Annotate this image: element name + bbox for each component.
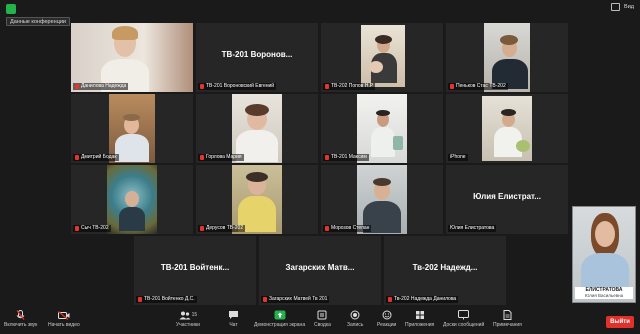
participant-name-label: Сыч ТВ-202: [73, 225, 111, 232]
video-feed: [446, 94, 568, 163]
participant-name-label: Горлова Мария: [198, 154, 244, 161]
video-tile[interactable]: Загарских Матв... Загарских Матвей Тв 20…: [259, 236, 381, 305]
mic-muted-icon: [200, 226, 204, 231]
mic-muted-icon: [75, 226, 79, 231]
view-switcher[interactable]: Вид: [611, 3, 634, 11]
participant-display-name: ТВ-201 Войтенк...: [160, 263, 230, 272]
reactions-icon: [382, 309, 392, 321]
mic-muted-icon: [263, 297, 267, 302]
participant-display-name: Тв-202 Надежд...: [412, 263, 478, 272]
self-view-subname: Юлия Васильевна: [584, 293, 624, 298]
mic-muted-icon: [325, 226, 329, 231]
video-feed: [321, 165, 443, 234]
chat-button[interactable]: Чат: [228, 309, 239, 328]
participant-display-name: Загарских Матв...: [285, 263, 355, 272]
video-tile[interactable]: Сыч ТВ-202: [71, 165, 193, 234]
grid-view-icon: [611, 3, 621, 11]
meeting-toolbar: Включить звук Начать видео 15 Участники …: [0, 307, 640, 334]
share-screen-icon: [274, 309, 286, 321]
leave-meeting-button[interactable]: Выйти: [606, 316, 634, 328]
participants-count: 15: [191, 312, 198, 318]
participant-name-label: Дерусов ТВ-202: [198, 225, 246, 232]
participant-name-label: Дмитрий Бодак: [73, 154, 119, 161]
participant-name-label: ТВ-201 Войтенко Д.С.: [136, 296, 197, 303]
video-tile[interactable]: Юлия Елистрат... Юлия Елистратова: [446, 165, 568, 234]
meeting-info-button[interactable]: Данные конференции: [6, 17, 70, 26]
video-tile[interactable]: ТВ-201 Войтенк... ТВ-201 Войтенко Д.С.: [134, 236, 256, 305]
video-tile-active-speaker[interactable]: iPhone: [446, 94, 568, 163]
video-tile[interactable]: Дерусов ТВ-202: [196, 165, 318, 234]
self-view-video[interactable]: ЕЛИСТРАТОВА Юлия Васильевна: [572, 206, 636, 303]
video-feed: [71, 94, 193, 163]
video-feed: [196, 165, 318, 234]
participant-name-label: Юлия Елистратова: [448, 225, 497, 232]
mic-off-icon: [16, 309, 25, 321]
participant-display-name: Юлия Елистрат...: [473, 192, 541, 201]
mic-muted-icon: [138, 297, 142, 302]
name-plate: ЕЛИСТРАТОВА Юлия Васильевна: [575, 287, 633, 299]
record-icon: [350, 309, 360, 321]
apps-button[interactable]: Приложения: [405, 309, 434, 328]
participants-icon: 15: [179, 309, 198, 321]
mic-muted-icon: [75, 155, 79, 160]
participant-name-label: Загарских Матвей Тв 201: [261, 296, 330, 303]
summary-button[interactable]: Сводка: [314, 309, 331, 328]
video-feed: [71, 165, 193, 234]
video-feed: [321, 94, 443, 163]
participant-name-label: ТВ-201 Вороновский Евгений: [198, 83, 277, 90]
video-feed: [196, 94, 318, 163]
whiteboards-button[interactable]: Доски сообщений: [443, 309, 484, 328]
video-tile[interactable]: Пеньков Стас ТВ-202: [446, 23, 568, 92]
security-shield-icon[interactable]: [6, 4, 16, 14]
mic-muted-icon: [75, 84, 79, 89]
video-tile[interactable]: ТВ-201 Максим: [321, 94, 443, 163]
whiteboard-icon: [458, 309, 470, 321]
participant-name-label: Данилова Надежда: [73, 83, 129, 90]
video-feed: [321, 23, 443, 92]
mic-muted-icon: [200, 84, 204, 89]
video-tile[interactable]: ТВ-202 Попов Н.Р: [321, 23, 443, 92]
chat-icon: [228, 309, 239, 321]
record-button[interactable]: Запись: [347, 309, 363, 328]
notes-icon: [503, 309, 512, 321]
mic-muted-icon: [325, 155, 329, 160]
view-label: Вид: [624, 4, 634, 10]
video-tile[interactable]: Дмитрий Бодак: [71, 94, 193, 163]
participant-name-label: Тв-202 Надежда Данилова: [386, 296, 459, 303]
video-off-icon: [57, 309, 70, 321]
participant-name-label: ТВ-202 Попов Н.Р: [323, 83, 376, 90]
video-feed: [446, 23, 568, 92]
video-feed: [71, 23, 193, 92]
summary-icon: [317, 309, 327, 321]
notes-button[interactable]: Примечания: [493, 309, 522, 328]
start-video-button[interactable]: Начать видео: [48, 309, 80, 328]
participant-name-label: iPhone: [448, 154, 468, 161]
apps-icon: [415, 309, 425, 321]
mic-muted-icon: [200, 155, 204, 160]
reactions-button[interactable]: Реакции: [377, 309, 396, 328]
video-tile[interactable]: Горлова Мария: [196, 94, 318, 163]
video-tile[interactable]: Данилова Надежда: [71, 23, 193, 92]
video-tile[interactable]: ТВ-201 Воронов... ТВ-201 Вороновский Евг…: [196, 23, 318, 92]
mic-muted-icon: [325, 84, 329, 89]
video-tile[interactable]: Морозов Степан: [321, 165, 443, 234]
participant-display-name: ТВ-201 Воронов...: [221, 50, 293, 59]
participant-name-label: Морозов Степан: [323, 225, 372, 232]
video-tile[interactable]: Тв-202 Надежд... Тв-202 Надежда Данилова: [384, 236, 506, 305]
mic-muted-icon: [388, 297, 392, 302]
participant-name-label: ТВ-201 Максим: [323, 154, 369, 161]
share-screen-button[interactable]: Демонстрация экрана: [254, 309, 305, 328]
meeting-topbar: Данные конференции Вид: [0, 0, 640, 26]
participant-name-label: Пеньков Стас ТВ-202: [448, 83, 508, 90]
mic-muted-icon: [450, 84, 454, 89]
unmute-button[interactable]: Включить звук: [4, 309, 37, 328]
participants-button[interactable]: 15 Участники: [176, 309, 200, 328]
